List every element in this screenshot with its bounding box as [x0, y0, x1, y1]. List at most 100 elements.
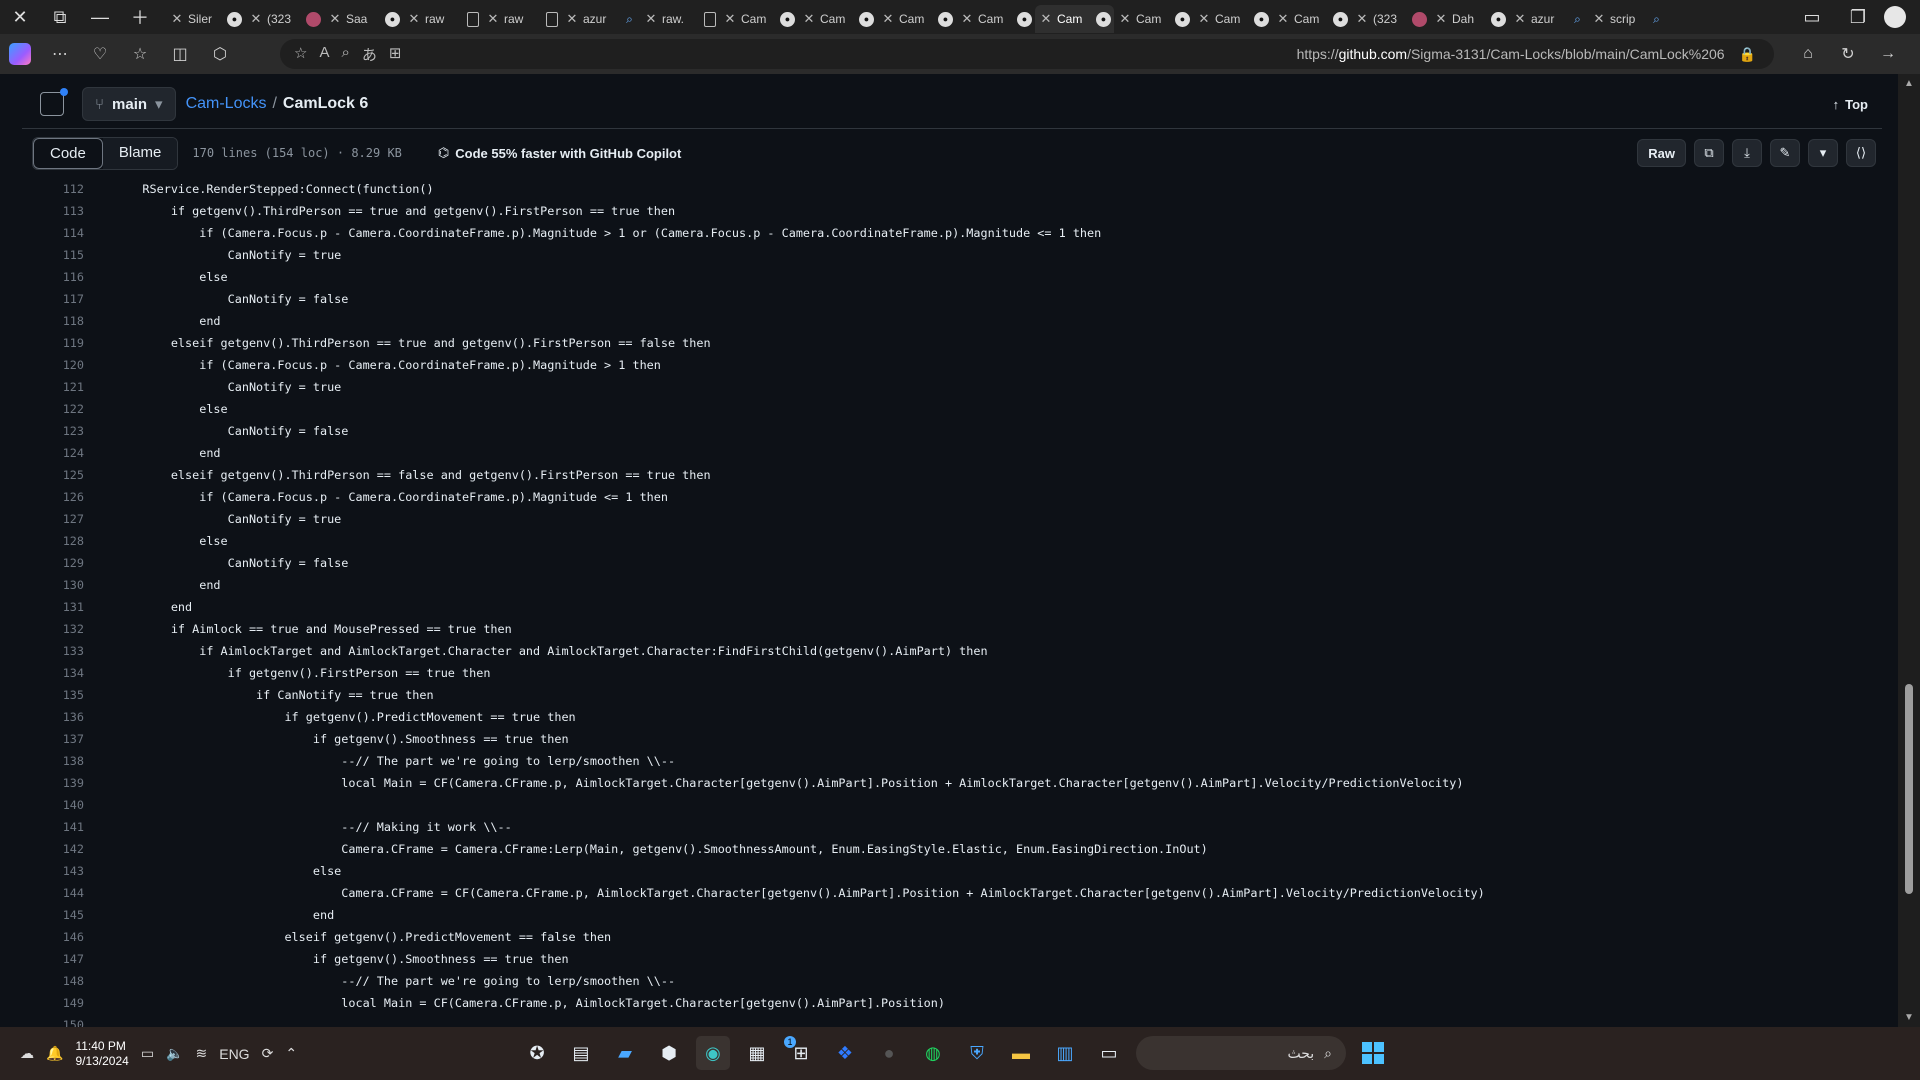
close-tab-icon[interactable]: ✕ [170, 11, 184, 27]
zoom-icon[interactable]: ⌕ [341, 44, 349, 65]
workspaces-icon[interactable]: ❐ [1838, 0, 1878, 34]
profile-avatar[interactable] [1884, 6, 1906, 28]
browser-tab[interactable]: ✕ Siler ● [166, 5, 245, 33]
line-number[interactable]: 112 [22, 182, 114, 196]
close-tab-icon[interactable]: ✕ [486, 11, 500, 27]
copilot-promo[interactable]: ⌬ Code 55% faster with GitHub Copilot [438, 145, 681, 161]
line-number[interactable]: 134 [22, 666, 114, 680]
browser-tab[interactable]: ✕ raw [403, 5, 482, 33]
line-number[interactable]: 133 [22, 644, 114, 658]
browser-tab[interactable]: ✕ Cam ● [956, 5, 1035, 33]
dropbox-icon[interactable]: ❖ [828, 1036, 862, 1070]
line-number[interactable]: 128 [22, 534, 114, 548]
line-number[interactable]: 121 [22, 380, 114, 394]
close-tab-icon[interactable]: ✕ [802, 11, 816, 27]
close-tab-icon[interactable]: ✕ [1592, 11, 1606, 27]
close-tab-icon[interactable]: ✕ [1197, 11, 1211, 27]
split-screen-icon[interactable]: ◫ [160, 34, 200, 74]
tab-blame[interactable]: Blame [102, 137, 178, 169]
edge-browser-icon[interactable]: ◉ [696, 1036, 730, 1070]
app-blue-icon[interactable]: ▰ [608, 1036, 642, 1070]
browser-tab[interactable]: ✕ Cam ● [798, 5, 877, 33]
security-app-icon[interactable]: ⛨ [960, 1036, 994, 1070]
line-number[interactable]: 149 [22, 996, 114, 1010]
close-window-icon[interactable]: ✕ [0, 0, 40, 34]
close-tab-icon[interactable]: ✕ [960, 11, 974, 27]
app-gray-icon[interactable]: ▦ [740, 1036, 774, 1070]
line-number[interactable]: 145 [22, 908, 114, 922]
notifications-icon[interactable]: 🔔 [46, 1045, 63, 1062]
forward-icon[interactable]: → [1868, 34, 1908, 74]
line-number[interactable]: 129 [22, 556, 114, 570]
address-bar[interactable]: ☆ A ⌕ あ ⊞ https://github.com/Sigma-3131/… [280, 39, 1774, 69]
favorites-icon[interactable]: ☆ [120, 34, 160, 74]
line-number[interactable]: 131 [22, 600, 114, 614]
scroll-up-icon[interactable]: ▲ [1898, 78, 1920, 89]
notepad-icon[interactable]: ▥ [1048, 1036, 1082, 1070]
spotify-icon[interactable]: ◍ [916, 1036, 950, 1070]
line-number[interactable]: 142 [22, 842, 114, 856]
browser-tab[interactable]: ✕ raw [482, 5, 561, 33]
language-indicator[interactable]: ENG [219, 1046, 249, 1062]
more-options-icon[interactable]: ⋯ [40, 34, 80, 74]
copilot-icon[interactable] [0, 34, 40, 74]
close-tab-icon[interactable]: ✕ [328, 11, 342, 27]
line-number[interactable]: 120 [22, 358, 114, 372]
widgets-icon[interactable]: ☁ [20, 1045, 34, 1062]
browser-tab[interactable]: ✕ Cam ● [1114, 5, 1193, 33]
line-number[interactable]: 138 [22, 754, 114, 768]
line-number[interactable]: 132 [22, 622, 114, 636]
close-tab-icon[interactable]: ✕ [1276, 11, 1290, 27]
lock-icon[interactable]: 🔒 [1739, 46, 1756, 63]
line-number[interactable]: 137 [22, 732, 114, 746]
new-tab-button[interactable]: ＋ [120, 0, 160, 34]
dark-app-icon[interactable]: ● [872, 1036, 906, 1070]
line-number[interactable]: 146 [22, 930, 114, 944]
page-scrollbar[interactable]: ▲ ▼ [1898, 74, 1920, 1027]
line-number[interactable]: 124 [22, 446, 114, 460]
top-button[interactable]: ↑ Top [1833, 97, 1868, 112]
scroll-down-icon[interactable]: ▼ [1898, 1012, 1920, 1023]
home-icon[interactable]: ⌂ [1788, 34, 1828, 74]
browser-tab[interactable]: ✕ Cam ● [877, 5, 956, 33]
window-restore-icon[interactable]: ▭ [1792, 0, 1832, 34]
translate-icon[interactable]: あ [362, 44, 377, 65]
refresh-icon[interactable]: ↻ [1828, 34, 1868, 74]
line-number[interactable]: 130 [22, 578, 114, 592]
download-icon[interactable]: ⤓ [1732, 139, 1762, 167]
line-number[interactable]: 113 [22, 204, 114, 218]
line-number[interactable]: 148 [22, 974, 114, 988]
close-tab-icon[interactable]: ✕ [1118, 11, 1132, 27]
line-number[interactable]: 114 [22, 226, 114, 240]
close-tab-icon[interactable]: ✕ [1513, 11, 1527, 27]
line-number[interactable]: 125 [22, 468, 114, 482]
line-number[interactable]: 127 [22, 512, 114, 526]
app-available-icon[interactable]: ⊞ [389, 44, 402, 65]
microsoft-store-icon[interactable]: ⊞ 1 [784, 1036, 818, 1070]
url-text[interactable]: https://github.com/Sigma-3131/Cam-Locks/… [1297, 46, 1725, 62]
edit-pencil-icon[interactable]: ✎ [1770, 139, 1800, 167]
line-number[interactable]: 117 [22, 292, 114, 306]
line-number[interactable]: 123 [22, 424, 114, 438]
read-aloud-icon[interactable]: A [319, 44, 329, 65]
clock[interactable]: 11:40 PM 9/13/2024 [75, 1039, 128, 1069]
close-tab-icon[interactable]: ✕ [565, 11, 579, 27]
line-number[interactable]: 141 [22, 820, 114, 834]
start-icon[interactable] [1356, 1036, 1390, 1070]
minimize-tabs-icon[interactable]: — [80, 0, 120, 34]
line-number[interactable]: 150 [22, 1018, 114, 1027]
copy-icon[interactable]: ⧉ [1694, 139, 1724, 167]
file-tree-toggle-icon[interactable] [40, 88, 68, 116]
line-number[interactable]: 143 [22, 864, 114, 878]
line-number[interactable]: 122 [22, 402, 114, 416]
branch-selector[interactable]: ⑂ main ▾ [82, 87, 176, 121]
repo-link[interactable]: Cam-Locks [186, 95, 267, 113]
raw-button[interactable]: Raw [1637, 139, 1686, 167]
cube-app-icon[interactable]: ⬢ [652, 1036, 686, 1070]
line-number[interactable]: 140 [22, 798, 114, 812]
browser-tab[interactable]: ✕ azur ⌕ [1509, 5, 1588, 33]
close-tab-icon[interactable]: ✕ [881, 11, 895, 27]
browser-tab[interactable]: ✕ Saa ● [324, 5, 403, 33]
browser-essentials-icon[interactable]: ♡ [80, 34, 120, 74]
battery-icon[interactable]: ▭ [141, 1045, 154, 1062]
